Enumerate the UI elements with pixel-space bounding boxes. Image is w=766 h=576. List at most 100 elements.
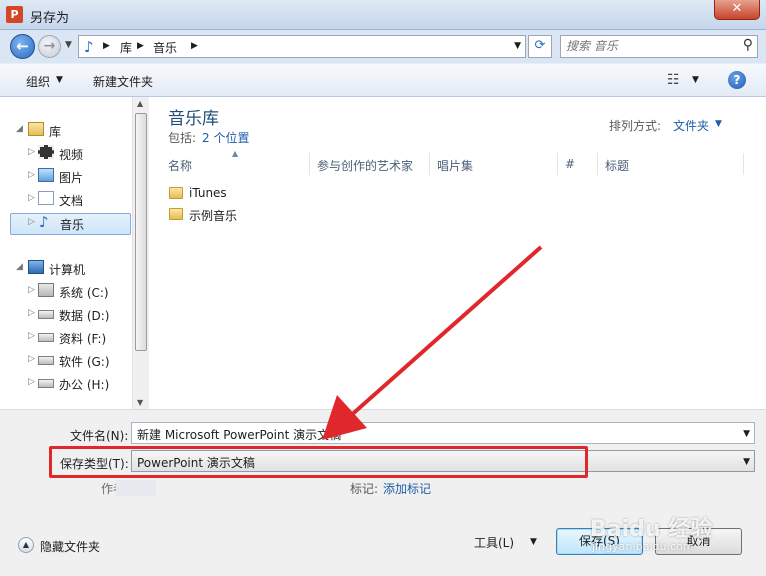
nav-drive-g[interactable]: ▷ 软件 (G:) <box>28 351 128 371</box>
nav-item-documents[interactable]: ▷ 文档 <box>28 190 128 210</box>
expand-arrow-icon[interactable]: ▷ <box>28 217 35 227</box>
nav-item-video[interactable]: ▷ 视频 <box>28 144 128 164</box>
collapse-arrow-icon[interactable]: ◢ <box>16 262 23 272</box>
expand-arrow-icon[interactable]: ▷ <box>28 147 35 157</box>
nav-drive-h[interactable]: ▷ 办公 (H:) <box>28 374 128 394</box>
nav-drive-label: 办公 (H:) <box>59 378 110 392</box>
tools-button[interactable]: 工具(L) <box>474 534 514 551</box>
drive-icon <box>38 310 54 319</box>
video-icon <box>38 145 54 159</box>
drive-icon <box>38 379 54 388</box>
author-value-redacted[interactable] <box>116 480 156 496</box>
nav-drive-f[interactable]: ▷ 资料 (F:) <box>28 328 128 348</box>
nav-computer-label: 计算机 <box>49 263 86 277</box>
drive-icon <box>38 356 54 365</box>
chevron-down-icon[interactable]: ▼ <box>743 429 750 439</box>
scrollbar-thumb[interactable] <box>135 113 147 351</box>
chevron-down-icon[interactable]: ▼ <box>530 537 537 547</box>
navigation-scrollbar[interactable]: ▲ ▼ <box>132 97 149 409</box>
watermark-logo: Baidu 经验 <box>590 517 713 542</box>
column-divider[interactable] <box>597 153 598 175</box>
breadcrumb-chevron-icon[interactable]: ▶ <box>103 41 110 51</box>
breadcrumb[interactable]: ♪ ▶ 库 ▶ 音乐 ▶ ▼ <box>78 35 526 58</box>
music-icon: ♪ <box>84 38 94 56</box>
scroll-down-icon[interactable]: ▼ <box>137 398 143 407</box>
nav-libraries[interactable]: ◢ 库 <box>16 121 126 141</box>
scroll-up-icon[interactable]: ▲ <box>137 99 143 108</box>
nav-drive-c[interactable]: ▷ 系统 (C:) <box>28 282 128 302</box>
help-button[interactable]: ? <box>728 71 746 89</box>
chevron-down-icon[interactable]: ▼ <box>715 119 722 129</box>
tags-label: 标记: <box>350 482 379 496</box>
library-title: 音乐库 <box>168 109 219 129</box>
chevron-down-icon[interactable]: ▼ <box>743 457 750 467</box>
sort-ascending-icon: ▲ <box>232 149 239 158</box>
forward-button[interactable]: → <box>38 35 61 58</box>
breadcrumb-library[interactable]: 库 <box>120 39 132 56</box>
search-input[interactable] <box>566 39 736 53</box>
nav-drive-label: 数据 (D:) <box>59 309 110 323</box>
chevron-down-icon[interactable]: ▼ <box>692 75 699 85</box>
expand-arrow-icon[interactable]: ▷ <box>28 193 35 203</box>
nav-item-music[interactable]: ▷ ♪ 音乐 <box>10 213 131 235</box>
address-dropdown-icon[interactable]: ▼ <box>514 41 521 51</box>
chevron-up-icon[interactable]: ▲ <box>18 537 34 553</box>
breadcrumb-music[interactable]: 音乐 <box>153 39 177 56</box>
breadcrumb-chevron-icon[interactable]: ▶ <box>191 41 198 51</box>
column-divider[interactable] <box>743 153 744 175</box>
filename-label: 文件名(N): <box>70 429 129 443</box>
breadcrumb-chevron-icon[interactable]: ▶ <box>137 41 144 51</box>
folder-name: iTunes <box>189 186 227 200</box>
list-item[interactable]: 示例音乐 <box>167 206 327 226</box>
expand-arrow-icon[interactable]: ▷ <box>28 285 35 295</box>
expand-arrow-icon[interactable]: ▷ <box>28 331 35 341</box>
chevron-down-icon[interactable]: ▼ <box>56 75 63 85</box>
column-header-artists[interactable]: 参与创作的艺术家 <box>317 157 413 174</box>
column-header-track[interactable]: # <box>565 157 575 171</box>
column-divider[interactable] <box>557 153 558 175</box>
column-divider[interactable] <box>429 153 430 175</box>
powerpoint-icon: P <box>6 6 23 23</box>
picture-icon <box>38 168 54 182</box>
system-drive-icon <box>38 283 54 297</box>
nav-computer[interactable]: ◢ 计算机 <box>16 259 126 279</box>
close-button[interactable]: ✕ <box>714 0 760 20</box>
recent-pages-dropdown-icon[interactable]: ▼ <box>65 40 72 50</box>
nav-item-label: 音乐 <box>60 218 85 232</box>
filename-field[interactable]: 新建 Microsoft PowerPoint 演示文稿 ▼ <box>131 422 755 444</box>
includes-locations-link[interactable]: 2 个位置 <box>202 129 249 146</box>
hide-folders-label[interactable]: 隐藏文件夹 <box>40 538 100 555</box>
drive-icon <box>38 333 54 342</box>
nav-drive-d[interactable]: ▷ 数据 (D:) <box>28 305 128 325</box>
new-folder-button[interactable]: 新建文件夹 <box>93 73 153 90</box>
includes-label: 包括: <box>168 131 197 145</box>
filename-value[interactable]: 新建 Microsoft PowerPoint 演示文稿 <box>137 426 341 443</box>
column-header-album[interactable]: 唱片集 <box>437 157 473 174</box>
view-options-icon[interactable]: ☷ <box>667 72 680 88</box>
expand-arrow-icon[interactable]: ▷ <box>28 377 35 387</box>
column-divider[interactable] <box>309 153 310 175</box>
search-box[interactable]: ⚲ <box>560 35 758 58</box>
search-icon[interactable]: ⚲ <box>743 37 753 53</box>
list-item[interactable]: iTunes <box>167 185 327 205</box>
collapse-arrow-icon[interactable]: ◢ <box>16 124 23 134</box>
expand-arrow-icon[interactable]: ▷ <box>28 170 35 180</box>
folder-icon <box>169 187 183 199</box>
nav-item-label: 图片 <box>59 171 84 185</box>
arrange-by-dropdown[interactable]: 文件夹 <box>673 117 709 134</box>
refresh-button[interactable]: ⟳ <box>528 35 552 58</box>
organize-button[interactable]: 组织 <box>26 73 50 90</box>
computer-icon <box>28 260 44 274</box>
column-header-title[interactable]: 标题 <box>605 157 629 174</box>
column-header-name[interactable]: 名称 <box>168 157 192 174</box>
nav-item-pictures[interactable]: ▷ 图片 <box>28 167 128 187</box>
address-bar-area: ← → ▼ ♪ ▶ 库 ▶ 音乐 ▶ ▼ ⟳ ⚲ <box>0 30 766 63</box>
title-bar: P 另存为 ✕ <box>0 0 766 30</box>
expand-arrow-icon[interactable]: ▷ <box>28 354 35 364</box>
music-icon: ♪ <box>39 213 49 231</box>
folder-name: 示例音乐 <box>189 209 238 223</box>
back-button[interactable]: ← <box>10 34 35 59</box>
add-tags-link[interactable]: 添加标记 <box>383 480 431 497</box>
expand-arrow-icon[interactable]: ▷ <box>28 308 35 318</box>
highlight-box <box>49 446 588 478</box>
